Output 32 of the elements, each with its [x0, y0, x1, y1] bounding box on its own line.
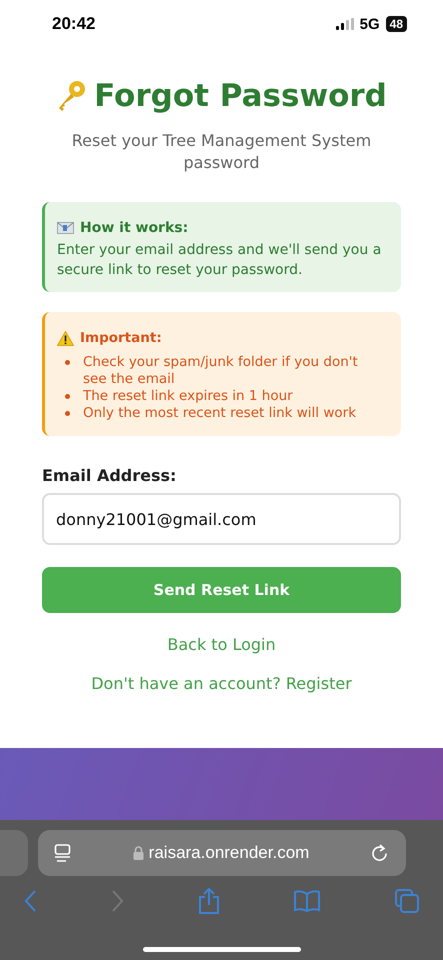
warning-item: Check your spam/junk folder if you don't see the email — [83, 354, 359, 388]
envelope-icon — [57, 222, 74, 234]
lock-icon — [132, 846, 144, 860]
network-label: 5G — [360, 16, 380, 32]
send-reset-link-button[interactable]: Send Reset Link — [42, 567, 401, 613]
bullet-icon — [65, 411, 70, 416]
info-text: Enter your email address and we'll send you a secure link to reset your password. — [57, 241, 382, 280]
text-link[interactable]: Back to Login — [167, 635, 276, 654]
address-bar[interactable]: raisara.onrender.com — [38, 830, 406, 876]
battery-level: 48 — [386, 16, 407, 32]
page-title: Forgot Password — [94, 78, 387, 114]
reload-icon[interactable] — [370, 844, 388, 862]
warning-item: Only the most recent reset link will work — [83, 405, 356, 422]
subtitle: Reset your Tree Management System password — [70, 130, 372, 174]
signal-icon — [336, 18, 354, 30]
email-label: Email Address: — [42, 466, 178, 485]
back-icon[interactable] — [24, 889, 37, 913]
warning-icon — [57, 330, 74, 346]
warning-item: The reset link expires in 1 hour — [83, 388, 293, 405]
info-heading: How it works: — [80, 220, 188, 236]
url-text: raisara.onrender.com — [148, 843, 310, 863]
text-link[interactable]: Don't have an account? Register — [91, 674, 352, 693]
page-menu-icon — [54, 844, 71, 862]
status-time: 20:42 — [52, 14, 96, 34]
key-icon — [56, 80, 86, 112]
bullet-icon — [65, 360, 70, 365]
warning-heading: Important: — [80, 330, 162, 346]
book-icon[interactable] — [293, 890, 322, 912]
share-icon[interactable] — [198, 888, 220, 914]
bullet-icon — [65, 394, 70, 399]
email-field[interactable]: donny21001@gmail.com — [42, 493, 401, 545]
tabs-icon[interactable] — [395, 889, 419, 913]
